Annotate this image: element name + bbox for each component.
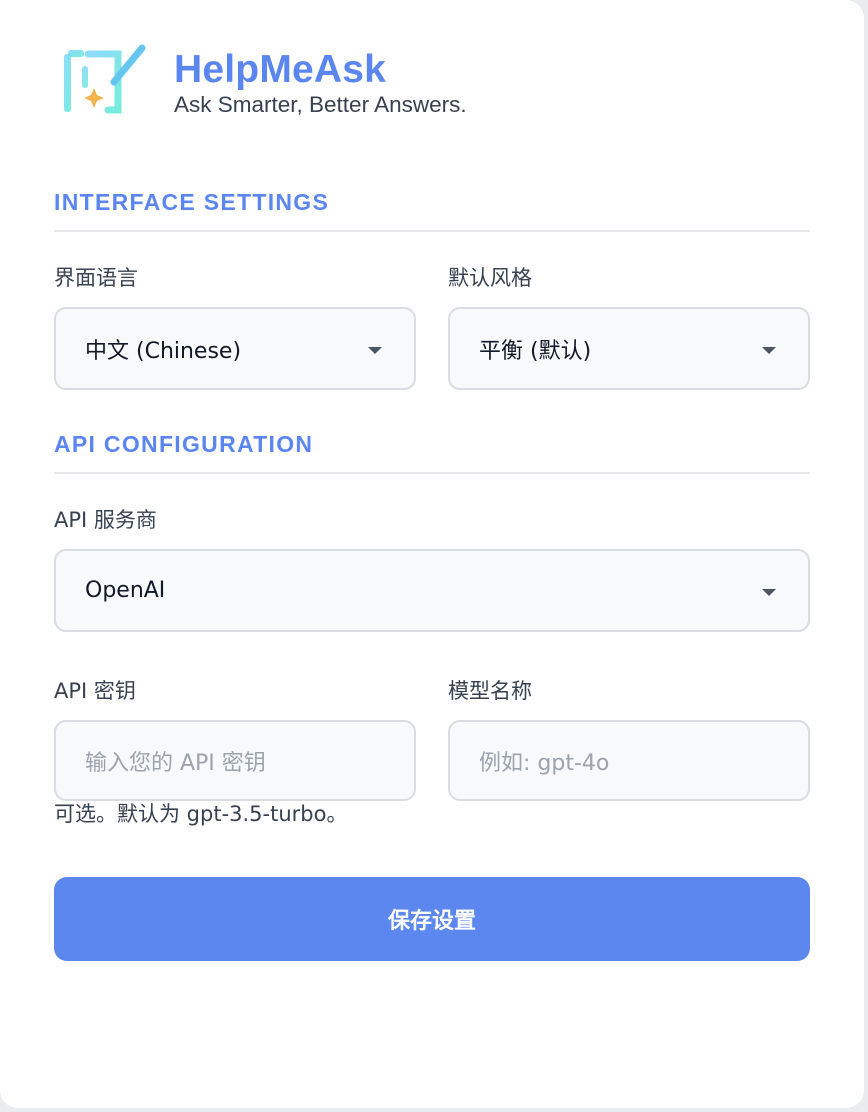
settings-card: HelpMeAsk Ask Smarter, Better Answers. I… [0,0,864,1108]
api-key-input[interactable]: 输入您的 API 密钥 [54,720,416,801]
model-helper-text: 可选。默认为 gpt-3.5-turbo。 [54,802,348,826]
save-settings-button[interactable]: 保存设置 [54,877,810,961]
language-select-value: 中文 (Chinese) [85,338,242,364]
api-key-label: API 密钥 [54,679,136,703]
model-input[interactable]: 例如: gpt-4o [448,720,810,801]
chevron-down-icon [368,347,382,354]
provider-select[interactable]: OpenAI [54,549,810,632]
provider-label: API 服务商 [54,508,157,532]
header: HelpMeAsk Ask Smarter, Better Answers. [54,44,467,122]
api-key-placeholder: 输入您的 API 密钥 [85,750,266,776]
chevron-down-icon [762,347,776,354]
provider-select-value: OpenAI [85,578,166,603]
style-select-value: 平衡 (默认) [479,338,592,364]
logo-icon [64,44,146,114]
model-label: 模型名称 [448,679,532,703]
language-label: 界面语言 [54,266,138,290]
model-placeholder: 例如: gpt-4o [479,750,610,776]
app-tagline: Ask Smarter, Better Answers. [174,92,467,117]
app-title: HelpMeAsk [174,48,387,91]
style-select[interactable]: 平衡 (默认) [448,307,810,390]
api-configuration-heading: API CONFIGURATION [54,431,810,474]
language-select[interactable]: 中文 (Chinese) [54,307,416,390]
style-label: 默认风格 [448,266,532,290]
interface-settings-heading: INTERFACE SETTINGS [54,189,810,232]
chevron-down-icon [762,589,776,596]
